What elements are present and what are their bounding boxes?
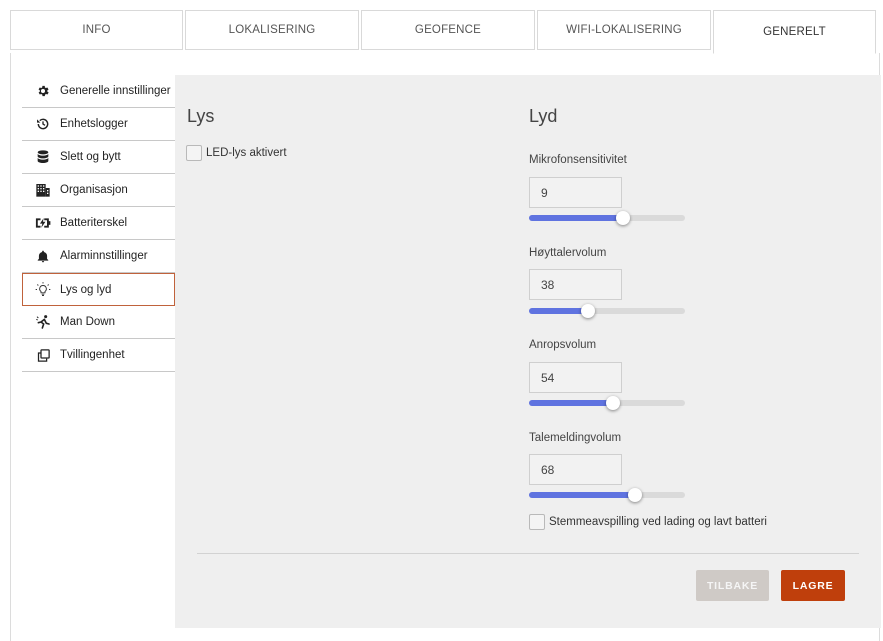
bell-icon (35, 248, 51, 264)
tab-label: WIFI-LOKALISERING (566, 24, 682, 36)
led-enabled-checkbox[interactable] (186, 145, 202, 161)
tab-wifi-lokalisering[interactable]: WIFI-LOKALISERING (537, 10, 711, 50)
speaker-volume-input[interactable] (529, 269, 622, 300)
voice-playback-row[interactable]: Stemmeavspilling ved lading og lavt batt… (529, 514, 767, 530)
tab-label: INFO (82, 24, 111, 36)
sidebar-item-label: Tvillingenhet (60, 349, 125, 361)
mic-sensitivity-label: Mikrofonsensitivitet (529, 154, 627, 166)
call-volume-label: Anropsvolum (529, 339, 597, 351)
copy-icon (35, 347, 51, 363)
sidebar-item-tvillingenhet[interactable]: Tvillingenhet (22, 339, 175, 372)
slider-fill (529, 308, 589, 314)
battery-charging-icon (35, 215, 51, 231)
sidebar-item-enhetslogger[interactable]: Enhetslogger (22, 108, 175, 141)
sidebar-item-organisasjon[interactable]: Organisasjon (22, 174, 175, 207)
voice-message-volume-label: Talemeldingvolum (529, 432, 622, 444)
sidebar-item-label: Organisasjon (60, 184, 128, 196)
sidebar-item-alarminnstillinger[interactable]: Alarminnstillinger (22, 240, 175, 273)
sidebar-item-label: Batteriterskel (60, 217, 128, 229)
mic-sensitivity-slider[interactable] (529, 211, 685, 225)
tab-bar: INFO LOKALISERING GEOFENCE WIFI-LOKALISE… (10, 10, 880, 54)
sidebar-item-label: Alarminnstillinger (60, 250, 148, 262)
building-icon (35, 182, 51, 198)
footer-divider (197, 553, 859, 554)
slider-thumb[interactable] (615, 211, 630, 225)
sidebar-item-label: Enhetslogger (60, 118, 128, 130)
sidebar-item-label: Generelle innstillinger (60, 85, 171, 97)
sidebar-item-lys-og-lyd[interactable]: Lys og lyd (22, 273, 175, 306)
slider-thumb[interactable] (628, 488, 643, 502)
tab-label: GEOFENCE (414, 24, 482, 36)
sidebar-item-label: Lys og lyd (60, 283, 112, 296)
slider-fill (529, 400, 614, 406)
save-button[interactable]: LAGRE (781, 570, 845, 601)
speaker-volume-slider[interactable] (529, 304, 685, 318)
slider-fill (529, 492, 636, 498)
sidebar-item-slett-og-bytt[interactable]: Slett og bytt (22, 141, 175, 174)
voice-message-volume-input[interactable] (529, 454, 622, 485)
history-icon (35, 116, 51, 132)
database-icon (35, 149, 51, 165)
lightbulb-icon (35, 282, 51, 298)
sidebar-item-batteriterskel[interactable]: Batteriterskel (22, 207, 175, 240)
mic-sensitivity-input[interactable] (529, 177, 622, 208)
slider-fill (529, 215, 623, 221)
voice-playback-checkbox[interactable] (529, 514, 545, 530)
led-enabled-label: LED-lys aktivert (206, 147, 287, 159)
sidebar-item-man-down[interactable]: Man Down (22, 306, 175, 339)
tab-label: GENERELT (763, 26, 826, 38)
voice-message-volume-slider[interactable] (529, 488, 685, 502)
back-button[interactable]: TILBAKE (696, 570, 769, 601)
sidebar-item-label: Man Down (60, 316, 115, 328)
tab-label: LOKALISERING (228, 24, 316, 36)
gear-icon (35, 83, 51, 99)
sidebar-item-label: Slett og bytt (60, 151, 121, 163)
sidebar-item-generelle-innstillinger[interactable]: Generelle innstillinger (22, 75, 175, 108)
call-volume-slider[interactable] (529, 396, 685, 410)
lys-section-title: Lys (187, 106, 215, 126)
tab-lokalisering[interactable]: LOKALISERING (185, 10, 359, 50)
tab-geofence[interactable]: GEOFENCE (361, 10, 535, 50)
tab-info[interactable]: INFO (10, 10, 183, 50)
speaker-volume-label: Høyttalervolum (529, 247, 607, 259)
falling-person-icon (35, 314, 51, 330)
settings-sidebar: Generelle innstillinger Enhetslogger Sle… (22, 75, 175, 372)
tab-generelt[interactable]: GENERELT (713, 10, 876, 54)
call-volume-input[interactable] (529, 362, 622, 393)
lyd-section-title: Lyd (529, 106, 558, 126)
led-enabled-row[interactable]: LED-lys aktivert (186, 145, 287, 161)
voice-playback-label: Stemmeavspilling ved lading og lavt batt… (549, 516, 767, 528)
